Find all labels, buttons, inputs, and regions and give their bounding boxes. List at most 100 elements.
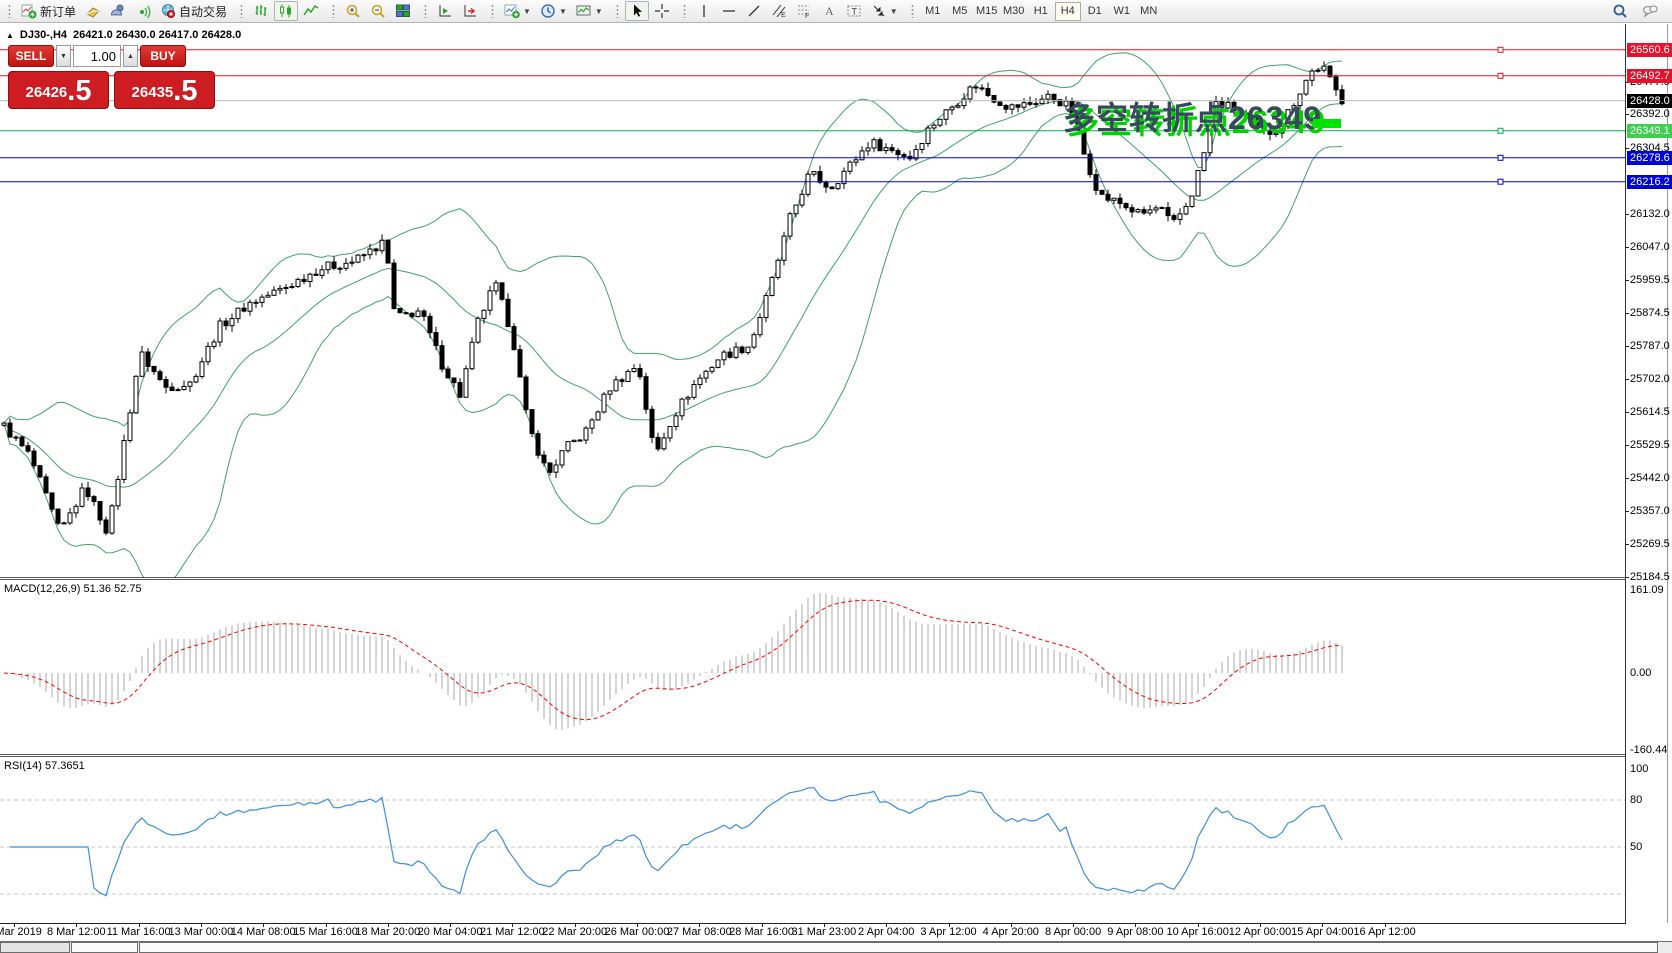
hline-handle-26492.7[interactable] bbox=[1498, 73, 1503, 78]
price-tick-mark bbox=[1625, 280, 1629, 281]
text-icon: A bbox=[821, 3, 837, 19]
chart-shift-button[interactable] bbox=[433, 1, 457, 21]
new-chart-button[interactable]: ▼ bbox=[500, 1, 535, 21]
buy-price-decimal: .5 bbox=[173, 77, 197, 106]
zoom-out-button[interactable] bbox=[366, 1, 390, 21]
timeframe-w1[interactable]: W1 bbox=[1109, 2, 1135, 21]
crosshair-button[interactable] bbox=[650, 1, 674, 21]
arrows-caret: ▼ bbox=[890, 7, 898, 16]
price-badge-26278.6: 26278.6 bbox=[1627, 151, 1672, 165]
timeframe-d1[interactable]: D1 bbox=[1082, 2, 1108, 21]
crosshair-icon bbox=[654, 3, 670, 19]
line-chart-icon bbox=[303, 3, 319, 19]
templates-button[interactable]: ▼ bbox=[572, 1, 607, 21]
auto-scroll-icon bbox=[462, 3, 478, 19]
scrollbar-segment-1[interactable] bbox=[0, 942, 70, 953]
price-chart-surface[interactable] bbox=[0, 24, 1625, 580]
hline-handle-26216.2[interactable] bbox=[1498, 179, 1503, 184]
rsi-name: RSI(14) bbox=[4, 760, 42, 772]
time-scale[interactable]: 7 Mar 20198 Mar 12:0011 Mar 16:0013 Mar … bbox=[0, 926, 1626, 940]
rsi-current-value: 57.3651 bbox=[45, 760, 85, 772]
timeframe-h1[interactable]: H1 bbox=[1028, 2, 1054, 21]
price-tick-label: 25442.0 bbox=[1630, 472, 1670, 484]
autotrading-button[interactable]: 自动交易 bbox=[156, 1, 231, 21]
chart-text-annotation[interactable]: 多空转折点26349 bbox=[1063, 93, 1322, 139]
text-button[interactable]: A bbox=[817, 1, 841, 21]
time-tick-label: 8 Mar 12:00 bbox=[47, 926, 106, 938]
chart-area bbox=[0, 24, 1672, 941]
sell-price-button[interactable]: 26426 .5 bbox=[8, 71, 109, 109]
timeframe-mn[interactable]: MN bbox=[1136, 2, 1162, 21]
periods-button[interactable]: ▼ bbox=[536, 1, 571, 21]
trendline-button[interactable] bbox=[742, 1, 766, 21]
fibonacci-button[interactable]: F bbox=[792, 1, 816, 21]
mt4-window: 新订单 自动交易 bbox=[0, 0, 1672, 953]
volume-input[interactable] bbox=[73, 45, 121, 67]
hline-handle-26349.1[interactable] bbox=[1498, 128, 1503, 133]
history-center-button[interactable] bbox=[81, 1, 105, 21]
scrollbar-segment-3[interactable] bbox=[139, 942, 1658, 953]
templates-caret: ▼ bbox=[595, 7, 603, 16]
price-scale[interactable]: 26477.026392.026304.526132.026047.025959… bbox=[1626, 24, 1672, 923]
cursor-button[interactable] bbox=[625, 1, 649, 21]
new-chart-icon bbox=[504, 3, 520, 19]
bollinger-lower-band bbox=[4, 114, 1342, 581]
price-tick-mark bbox=[1625, 445, 1629, 446]
time-tick-label: 16 Apr 12:00 bbox=[1353, 926, 1415, 938]
new-chart-caret: ▼ bbox=[523, 7, 531, 16]
line-chart-button[interactable] bbox=[299, 1, 323, 21]
chart-symbol-period: DJ30-,H4 bbox=[20, 29, 67, 41]
auto-scroll-button[interactable] bbox=[458, 1, 482, 21]
price-tick-label: 25614.5 bbox=[1630, 406, 1670, 418]
bar-chart-button[interactable] bbox=[249, 1, 273, 21]
rsi-label: RSI(14) 57.3651 bbox=[4, 760, 85, 772]
rsi-pane-surface[interactable] bbox=[0, 758, 1625, 923]
signals-button[interactable] bbox=[131, 1, 155, 21]
new-order-label: 新订单 bbox=[40, 3, 76, 20]
arrows-button[interactable]: ▼ bbox=[867, 1, 902, 21]
search-button[interactable] bbox=[1608, 1, 1632, 21]
price-tick-label: 26132.0 bbox=[1630, 208, 1670, 220]
timeframe-m5[interactable]: M5 bbox=[947, 2, 973, 21]
channel-button[interactable]: E bbox=[767, 1, 791, 21]
timeframe-h4[interactable]: H4 bbox=[1055, 2, 1081, 21]
buy-price-button[interactable]: 26435 .5 bbox=[114, 71, 215, 109]
collapse-triangle-icon[interactable]: ▲ bbox=[6, 31, 14, 40]
horizontal-line-button[interactable] bbox=[717, 1, 741, 21]
thick-green-trendline[interactable] bbox=[1313, 119, 1341, 128]
time-tick-label: 22 Mar 20:00 bbox=[542, 926, 607, 938]
scrollbar-segment-2[interactable] bbox=[71, 942, 138, 953]
time-tick-label: 31 Mar 23:00 bbox=[791, 926, 856, 938]
timeframe-m30[interactable]: M30 bbox=[1001, 2, 1027, 21]
tile-windows-button[interactable] bbox=[391, 1, 415, 21]
candlestick-chart-button[interactable] bbox=[274, 1, 298, 21]
rsi-scale-label: 50 bbox=[1630, 841, 1642, 853]
zoom-in-button[interactable] bbox=[341, 1, 365, 21]
timeframe-m15[interactable]: M15 bbox=[974, 2, 1000, 21]
toolbar-group-charttype bbox=[236, 1, 327, 21]
hline-handle-26278.6[interactable] bbox=[1498, 155, 1503, 160]
volume-decrease-button[interactable]: ▼ bbox=[56, 45, 71, 67]
macd-histogram bbox=[4, 593, 1342, 730]
new-order-button[interactable]: 新订单 bbox=[17, 1, 80, 21]
buy-button[interactable]: BUY bbox=[140, 45, 186, 67]
toolbar-group-scroll bbox=[420, 1, 486, 21]
price-tick-label: 25702.0 bbox=[1630, 373, 1670, 385]
vertical-line-button[interactable] bbox=[692, 1, 716, 21]
price-tick-mark bbox=[1625, 511, 1629, 512]
toolbar-group-drawings: E F A T ▼ bbox=[679, 1, 906, 21]
macd-pane-surface[interactable] bbox=[0, 581, 1625, 756]
text-label-button[interactable]: T bbox=[842, 1, 866, 21]
community-button[interactable] bbox=[106, 1, 130, 21]
price-badge-26560.6: 26560.6 bbox=[1627, 43, 1672, 57]
timeframe-m1[interactable]: M1 bbox=[920, 2, 946, 21]
time-tick-label: 9 Apr 08:00 bbox=[1107, 926, 1163, 938]
pane-separator-rsi[interactable] bbox=[0, 754, 1626, 757]
pane-separator-macd[interactable] bbox=[0, 577, 1626, 580]
sell-button[interactable]: SELL bbox=[8, 45, 54, 67]
price-tick-label: 25269.5 bbox=[1630, 538, 1670, 550]
chat-button[interactable] bbox=[1638, 1, 1662, 21]
volume-increase-button[interactable]: ▲ bbox=[123, 45, 138, 67]
hline-handle-26560.6[interactable] bbox=[1498, 47, 1503, 52]
price-tick-mark bbox=[1625, 412, 1629, 413]
